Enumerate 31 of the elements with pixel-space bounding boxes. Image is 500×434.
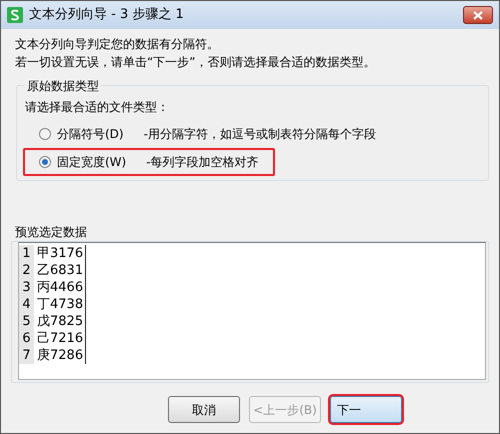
option-label[interactable]: 分隔符号(D) — [57, 125, 124, 143]
dialog-button[interactable]: 下一 — [330, 396, 402, 423]
preview-cell: 乙6831 — [34, 262, 86, 279]
preview-cell: 甲3176 — [34, 245, 86, 262]
row-number: 1 — [19, 245, 34, 262]
radio-button[interactable] — [39, 156, 51, 168]
row-number: 6 — [19, 330, 34, 347]
option-description: -用分隔字符，如逗号或制表符分隔每个字段 — [144, 126, 376, 143]
window-title: 文本分列向导 - 3 步骤之 1 — [29, 6, 184, 24]
row-number: 7 — [19, 347, 34, 364]
instruction-text: 若一切设置无误，请单击“下一步”，否则请选择最合适的数据类型。 — [15, 54, 376, 71]
row-number: 4 — [19, 296, 34, 313]
row-number: 3 — [19, 279, 34, 296]
row-number: 5 — [19, 313, 34, 330]
row-number: 2 — [19, 262, 34, 279]
close-button[interactable] — [463, 6, 493, 24]
radio-button[interactable] — [39, 128, 51, 140]
close-icon — [473, 10, 483, 20]
instruction-text: 文本分列向导判定您的数据有分隔符。 — [15, 36, 220, 53]
preview-cell: 庚7286 — [34, 347, 86, 364]
preview-cell: 丙4466 — [34, 279, 86, 296]
group-title: 原始数据类型 — [25, 77, 101, 95]
option-label[interactable]: 固定宽度(W) — [57, 153, 126, 171]
dialog-button[interactable]: 取消 — [168, 396, 240, 423]
app-icon — [7, 7, 23, 23]
preview-cell: 丁4738 — [34, 296, 86, 313]
preview-cell: 戊7825 — [34, 313, 86, 330]
prompt-text: 请选择最合适的文件类型： — [25, 99, 170, 116]
preview-cell: 己7216 — [34, 330, 86, 347]
group-title: 预览选定数据 — [15, 225, 88, 239]
option-description: -每列字段加空格对齐 — [146, 154, 259, 171]
